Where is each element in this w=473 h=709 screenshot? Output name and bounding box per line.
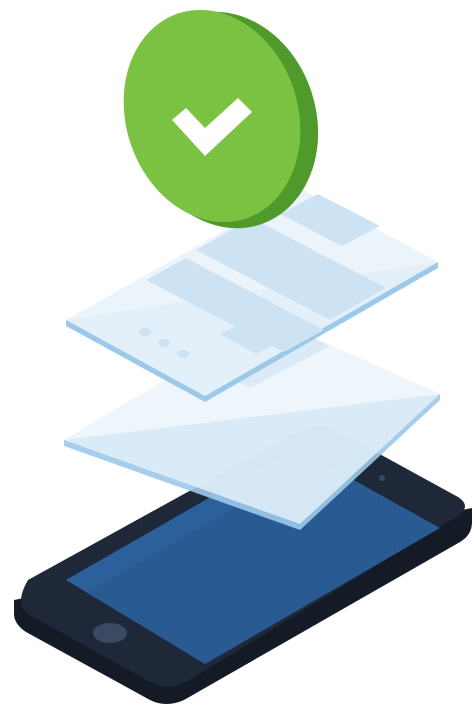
form-dot: [139, 328, 151, 336]
home-button-icon: [93, 623, 127, 643]
mobile-verification-illustration: [14, 9, 472, 704]
phone-speaker: [379, 475, 385, 481]
form-dot: [158, 339, 170, 347]
form-dot: [177, 350, 189, 358]
